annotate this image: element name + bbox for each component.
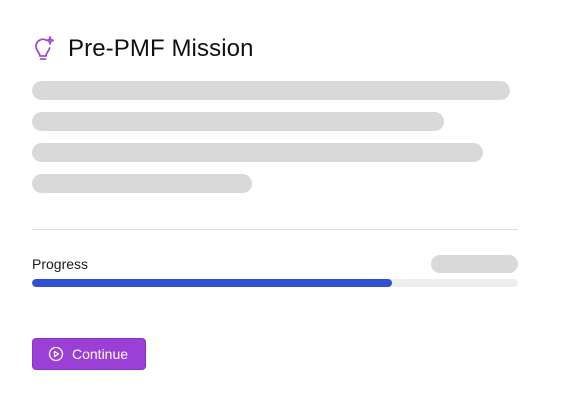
mission-card: Pre-PMF Mission Progress Continue bbox=[0, 0, 561, 401]
description-skeleton-line bbox=[32, 174, 252, 193]
progress-label: Progress bbox=[32, 256, 89, 272]
continue-button-label: Continue bbox=[72, 346, 129, 362]
lightbulb-sparkle-icon bbox=[32, 35, 54, 63]
continue-button[interactable]: Continue bbox=[32, 338, 146, 370]
description-skeleton-line bbox=[32, 112, 444, 131]
progress-bar bbox=[32, 279, 518, 287]
play-circle-icon bbox=[48, 346, 64, 362]
description-skeleton-line bbox=[32, 143, 483, 162]
page-title: Pre-PMF Mission bbox=[68, 35, 254, 62]
description-skeleton-line bbox=[32, 81, 510, 100]
progress-value-skeleton bbox=[431, 255, 518, 273]
progress-bar-fill bbox=[32, 279, 392, 287]
card-header: Pre-PMF Mission bbox=[32, 35, 254, 63]
section-divider bbox=[32, 229, 518, 230]
